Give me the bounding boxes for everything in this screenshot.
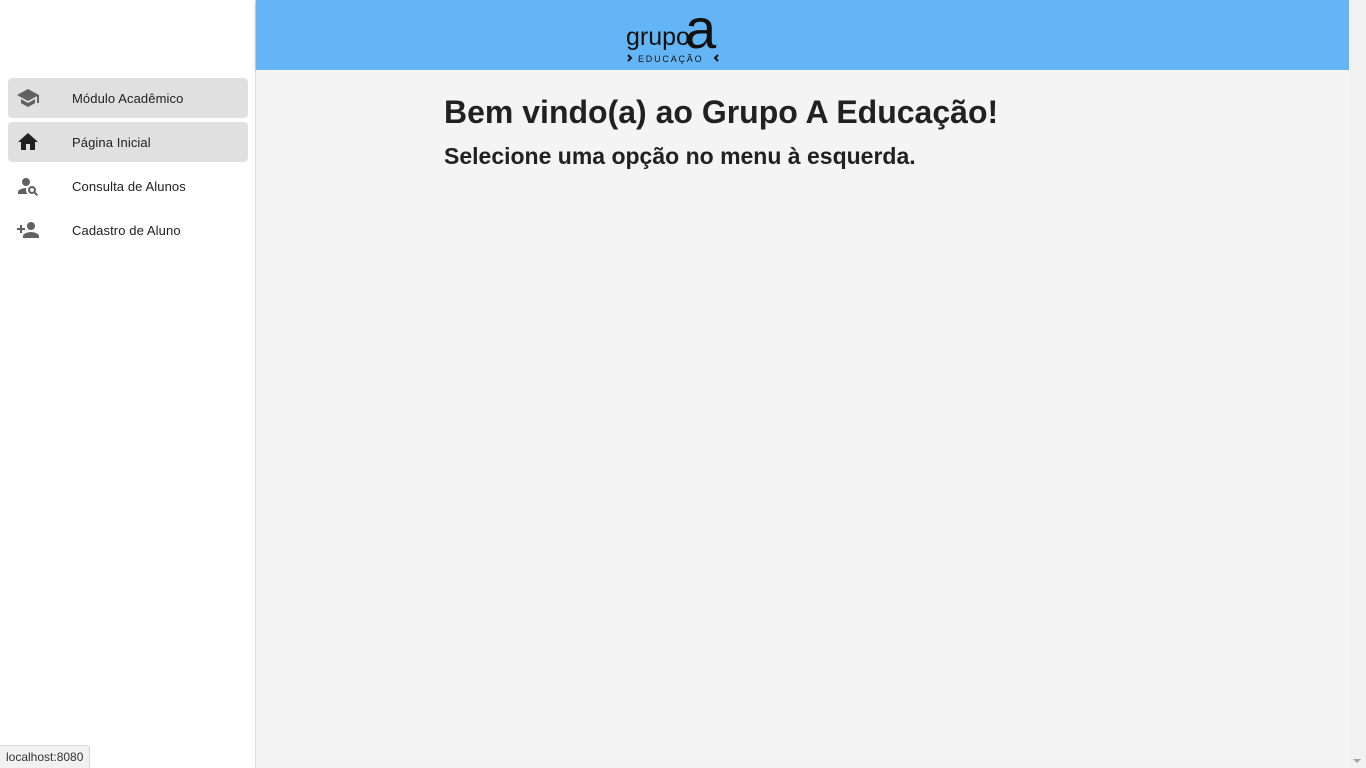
status-bar-url: localhost:8080 bbox=[0, 745, 91, 768]
home-icon bbox=[16, 130, 40, 154]
person-search-icon bbox=[16, 174, 40, 198]
grupo-a-logo: grupo a EDUCAÇÃO bbox=[626, 0, 726, 66]
main-content: Bem vindo(a) ao Grupo A Educação! Seleci… bbox=[256, 70, 1349, 768]
header-bar: grupo a EDUCAÇÃO bbox=[256, 0, 1349, 70]
logo-letter: a bbox=[685, 4, 717, 60]
sidebar-item-label: Página Inicial bbox=[72, 134, 151, 150]
sidebar-item-cadastro-aluno[interactable]: Cadastro de Aluno bbox=[8, 210, 248, 250]
scroll-down-arrow-icon[interactable] bbox=[1353, 759, 1361, 763]
sidebar-item-modulo-academico[interactable]: Módulo Acadêmico bbox=[8, 78, 248, 118]
app-window: Módulo Acadêmico Página Inicial Consulta… bbox=[0, 0, 1366, 768]
page-subtitle: Selecione uma opção no menu à esquerda. bbox=[444, 143, 916, 169]
sidebar-item-label: Cadastro de Aluno bbox=[72, 222, 181, 238]
vertical-scrollbar[interactable] bbox=[1349, 0, 1366, 768]
graduation-cap-icon bbox=[16, 86, 40, 110]
logo-text-bottom: EDUCAÇÃO bbox=[638, 54, 703, 64]
person-add-icon bbox=[16, 218, 40, 242]
sidebar-item-consulta-alunos[interactable]: Consulta de Alunos bbox=[8, 166, 248, 206]
sidebar-item-pagina-inicial[interactable]: Página Inicial bbox=[8, 122, 248, 162]
sidebar: Módulo Acadêmico Página Inicial Consulta… bbox=[0, 0, 256, 768]
sidebar-item-label: Consulta de Alunos bbox=[72, 178, 186, 194]
sidebar-item-label: Módulo Acadêmico bbox=[72, 90, 184, 106]
sidebar-nav: Módulo Acadêmico Página Inicial Consulta… bbox=[8, 78, 248, 254]
page-title: Bem vindo(a) ao Grupo A Educação! bbox=[444, 94, 999, 130]
logo-text-top: grupo bbox=[626, 23, 690, 51]
